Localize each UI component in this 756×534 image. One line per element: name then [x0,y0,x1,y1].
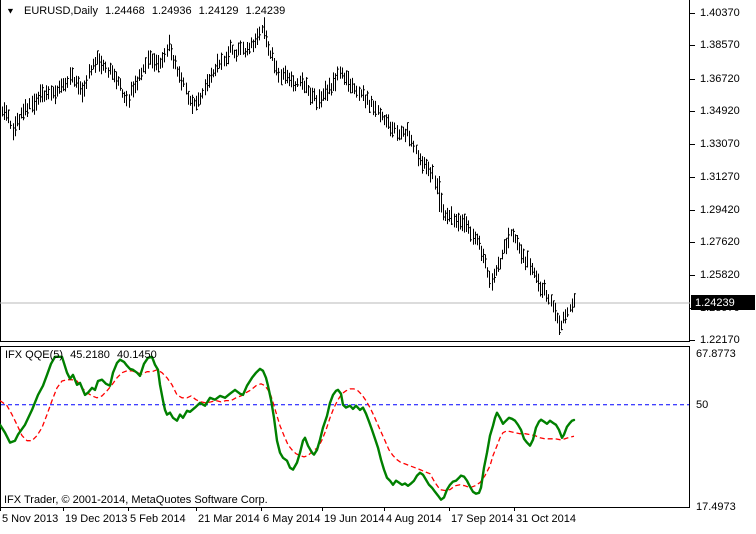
time-axis-tick [322,508,323,511]
quote-open: 1.24468 [105,5,145,17]
price-axis-tick [690,13,695,14]
price-axis-label: 1.31270 [700,171,754,183]
time-axis-tick [514,508,515,511]
price-axis-tick [690,340,695,341]
price-axis-tick [690,144,695,145]
price-axis-label: 1.27620 [700,236,754,248]
price-axis-tick [690,242,695,243]
time-axis-tick [63,508,64,511]
time-axis-tick [384,508,385,511]
time-axis-label: 6 May 2014 [263,513,320,525]
indicator-header: IFX QQE(5) 45.2180 40.1450 [5,349,161,361]
indicator-signal-value: 40.1450 [117,349,157,361]
time-axis-label: 17 Sep 2014 [451,513,513,525]
indicator-axis-label: 67.8773 [696,348,750,360]
time-axis-label: 4 Aug 2014 [386,513,442,525]
time-axis-tick [196,508,197,511]
price-axis-label: 1.22170 [700,334,754,346]
price-axis-label: 1.25820 [700,269,754,281]
chart-header: ▼ EURUSD,Daily 1.24468 1.24936 1.24129 1… [6,5,289,17]
price-axis-label: 1.40370 [700,7,754,19]
quote-high: 1.24936 [152,5,192,17]
price-axis-tick [690,210,695,211]
price-axis-tick [690,45,695,46]
indicator-fast-value: 45.2180 [70,349,110,361]
chart-dropdown-icon[interactable]: ▼ [6,7,15,16]
time-axis-tick [261,508,262,511]
main-chart-area[interactable] [0,0,690,342]
quote-low: 1.24129 [199,5,239,17]
price-axis-label: 1.33070 [700,138,754,150]
price-axis-label: 1.36720 [700,73,754,85]
time-axis-tick [0,508,1,511]
symbol-period-label: EURUSD,Daily [24,5,98,17]
time-axis-label: 5 Feb 2014 [130,513,186,525]
chart-window: ▼ EURUSD,Daily 1.24468 1.24936 1.24129 1… [0,0,756,534]
indicator-chart-area[interactable] [0,346,690,508]
price-axis-tick [690,111,695,112]
current-price-box: 1.24239 [691,295,755,310]
indicator-axis-label: 17.4973 [696,501,750,513]
indicator-axis-label: 50 [696,399,750,411]
time-axis-label: 19 Dec 2013 [65,513,127,525]
quote-close: 1.24239 [246,5,286,17]
time-axis-label: 5 Nov 2013 [2,513,58,525]
time-axis-tick [449,508,450,511]
time-axis-label: 21 Mar 2014 [198,513,260,525]
copyright-text: IFX Trader, © 2001-2014, MetaQuotes Soft… [4,494,268,506]
time-axis-tick [128,508,129,511]
time-axis-label: 19 Jun 2014 [324,513,385,525]
price-axis-label: 1.29420 [700,204,754,216]
time-axis-label: 31 Oct 2014 [516,513,576,525]
price-axis-label: 1.38570 [700,39,754,51]
price-axis-label: 1.34920 [700,105,754,117]
indicator-name: IFX QQE(5) [5,349,63,361]
current-price-value: 1.24239 [695,297,735,309]
price-axis-tick [690,79,695,80]
price-axis-tick [690,177,695,178]
price-axis-tick [690,275,695,276]
